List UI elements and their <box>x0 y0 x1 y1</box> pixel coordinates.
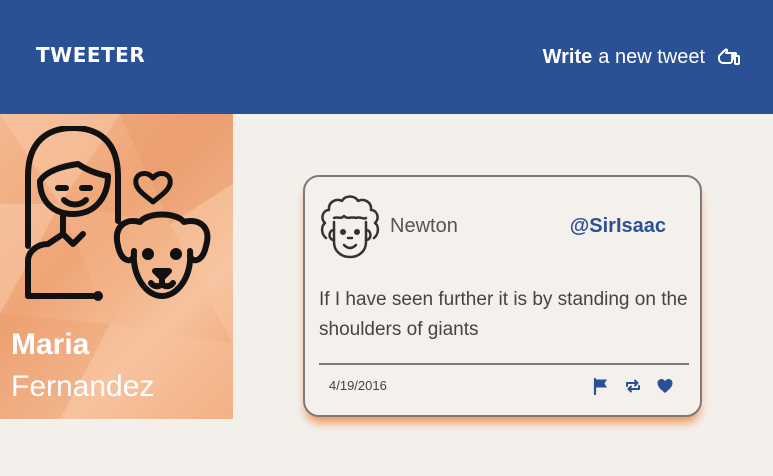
brand-logo[interactable]: TWEETER <box>36 43 145 67</box>
girl-with-dog-icon <box>25 126 211 301</box>
profile-last-name: Fernandez <box>11 370 155 403</box>
tweet-divider <box>319 363 689 365</box>
tweet-text: If I have seen further it is by standing… <box>319 289 688 340</box>
tweet-actions <box>592 377 674 395</box>
flag-icon[interactable] <box>592 377 610 395</box>
tweet-author-name: Newton <box>390 215 458 237</box>
top-header: TWEETER Write a new tweet <box>0 0 773 114</box>
tweet-author-handle[interactable]: @SirIsaac <box>570 215 666 238</box>
tweet-card: Newton @SirIsaac If I have seen further … <box>303 175 702 417</box>
tweet-date: 4/19/2016 <box>329 378 387 393</box>
newton-face-icon <box>320 195 380 259</box>
profile-first-name: Maria <box>11 328 90 361</box>
write-tweet-link[interactable]: Write a new tweet <box>543 44 741 70</box>
write-label-strong: Write <box>542 45 593 68</box>
pointing-hand-icon <box>718 48 740 65</box>
write-label-rest: a new tweet <box>598 45 705 68</box>
heart-icon[interactable] <box>656 377 674 395</box>
profile-card: Maria Fernandez <box>0 114 233 419</box>
retweet-icon[interactable] <box>624 377 642 395</box>
